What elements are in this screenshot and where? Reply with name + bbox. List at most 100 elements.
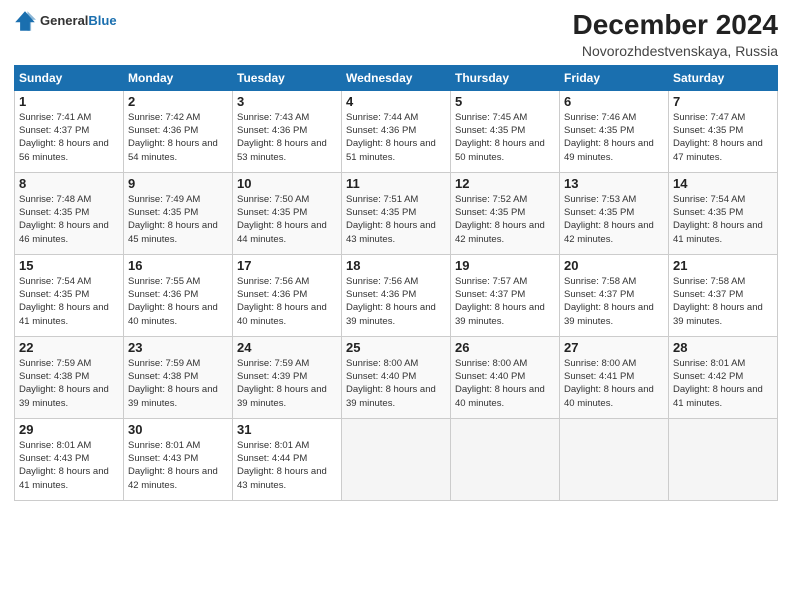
calendar-cell: 24 Sunrise: 7:59 AM Sunset: 4:39 PM Dayl…: [233, 336, 342, 418]
calendar-cell: 28 Sunrise: 8:01 AM Sunset: 4:42 PM Dayl…: [669, 336, 778, 418]
calendar-cell: 29 Sunrise: 8:01 AM Sunset: 4:43 PM Dayl…: [15, 418, 124, 500]
day-info: Sunrise: 7:42 AM Sunset: 4:36 PM Dayligh…: [128, 111, 228, 164]
day-number: 13: [564, 176, 664, 191]
col-tuesday: Tuesday: [233, 65, 342, 90]
col-wednesday: Wednesday: [342, 65, 451, 90]
logo-blue: Blue: [88, 13, 116, 28]
calendar-cell: 11 Sunrise: 7:51 AM Sunset: 4:35 PM Dayl…: [342, 172, 451, 254]
calendar-cell: 20 Sunrise: 7:58 AM Sunset: 4:37 PM Dayl…: [560, 254, 669, 336]
day-info: Sunrise: 7:51 AM Sunset: 4:35 PM Dayligh…: [346, 193, 446, 246]
day-number: 2: [128, 94, 228, 109]
day-number: 24: [237, 340, 337, 355]
calendar-cell: 4 Sunrise: 7:44 AM Sunset: 4:36 PM Dayli…: [342, 90, 451, 172]
day-info: Sunrise: 7:58 AM Sunset: 4:37 PM Dayligh…: [564, 275, 664, 328]
col-friday: Friday: [560, 65, 669, 90]
calendar-cell: [342, 418, 451, 500]
day-info: Sunrise: 7:47 AM Sunset: 4:35 PM Dayligh…: [673, 111, 773, 164]
day-info: Sunrise: 7:54 AM Sunset: 4:35 PM Dayligh…: [673, 193, 773, 246]
calendar-cell: 31 Sunrise: 8:01 AM Sunset: 4:44 PM Dayl…: [233, 418, 342, 500]
header: GeneralBlue December 2024 Novorozhdestve…: [14, 10, 778, 59]
calendar-cell: [669, 418, 778, 500]
day-number: 31: [237, 422, 337, 437]
day-info: Sunrise: 7:49 AM Sunset: 4:35 PM Dayligh…: [128, 193, 228, 246]
calendar-cell: 1 Sunrise: 7:41 AM Sunset: 4:37 PM Dayli…: [15, 90, 124, 172]
calendar-cell: 5 Sunrise: 7:45 AM Sunset: 4:35 PM Dayli…: [451, 90, 560, 172]
col-sunday: Sunday: [15, 65, 124, 90]
calendar-cell: 12 Sunrise: 7:52 AM Sunset: 4:35 PM Dayl…: [451, 172, 560, 254]
calendar-cell: 8 Sunrise: 7:48 AM Sunset: 4:35 PM Dayli…: [15, 172, 124, 254]
day-info: Sunrise: 7:48 AM Sunset: 4:35 PM Dayligh…: [19, 193, 119, 246]
calendar-cell: 21 Sunrise: 7:58 AM Sunset: 4:37 PM Dayl…: [669, 254, 778, 336]
day-info: Sunrise: 7:57 AM Sunset: 4:37 PM Dayligh…: [455, 275, 555, 328]
day-number: 17: [237, 258, 337, 273]
day-info: Sunrise: 7:46 AM Sunset: 4:35 PM Dayligh…: [564, 111, 664, 164]
calendar-cell: 2 Sunrise: 7:42 AM Sunset: 4:36 PM Dayli…: [124, 90, 233, 172]
day-info: Sunrise: 7:59 AM Sunset: 4:38 PM Dayligh…: [19, 357, 119, 410]
day-info: Sunrise: 8:00 AM Sunset: 4:40 PM Dayligh…: [346, 357, 446, 410]
day-number: 22: [19, 340, 119, 355]
calendar-cell: 13 Sunrise: 7:53 AM Sunset: 4:35 PM Dayl…: [560, 172, 669, 254]
day-info: Sunrise: 8:01 AM Sunset: 4:44 PM Dayligh…: [237, 439, 337, 492]
day-info: Sunrise: 8:00 AM Sunset: 4:41 PM Dayligh…: [564, 357, 664, 410]
location: Novorozhdestvenskaya, Russia: [573, 43, 778, 59]
logo-text: GeneralBlue: [40, 14, 117, 28]
day-number: 23: [128, 340, 228, 355]
day-info: Sunrise: 7:53 AM Sunset: 4:35 PM Dayligh…: [564, 193, 664, 246]
calendar-cell: 15 Sunrise: 7:54 AM Sunset: 4:35 PM Dayl…: [15, 254, 124, 336]
day-number: 10: [237, 176, 337, 191]
day-info: Sunrise: 7:54 AM Sunset: 4:35 PM Dayligh…: [19, 275, 119, 328]
day-number: 28: [673, 340, 773, 355]
day-info: Sunrise: 7:59 AM Sunset: 4:38 PM Dayligh…: [128, 357, 228, 410]
calendar-cell: 25 Sunrise: 8:00 AM Sunset: 4:40 PM Dayl…: [342, 336, 451, 418]
day-number: 3: [237, 94, 337, 109]
calendar-cell: [560, 418, 669, 500]
day-info: Sunrise: 7:43 AM Sunset: 4:36 PM Dayligh…: [237, 111, 337, 164]
day-number: 14: [673, 176, 773, 191]
day-info: Sunrise: 7:58 AM Sunset: 4:37 PM Dayligh…: [673, 275, 773, 328]
calendar-table: Sunday Monday Tuesday Wednesday Thursday…: [14, 65, 778, 501]
day-info: Sunrise: 8:01 AM Sunset: 4:43 PM Dayligh…: [19, 439, 119, 492]
day-info: Sunrise: 7:52 AM Sunset: 4:35 PM Dayligh…: [455, 193, 555, 246]
logo: GeneralBlue: [14, 10, 117, 32]
day-info: Sunrise: 7:55 AM Sunset: 4:36 PM Dayligh…: [128, 275, 228, 328]
day-number: 11: [346, 176, 446, 191]
calendar-cell: 27 Sunrise: 8:00 AM Sunset: 4:41 PM Dayl…: [560, 336, 669, 418]
day-number: 6: [564, 94, 664, 109]
col-thursday: Thursday: [451, 65, 560, 90]
day-info: Sunrise: 7:44 AM Sunset: 4:36 PM Dayligh…: [346, 111, 446, 164]
calendar-cell: 9 Sunrise: 7:49 AM Sunset: 4:35 PM Dayli…: [124, 172, 233, 254]
month-title: December 2024: [573, 10, 778, 41]
day-info: Sunrise: 8:00 AM Sunset: 4:40 PM Dayligh…: [455, 357, 555, 410]
day-number: 9: [128, 176, 228, 191]
day-number: 7: [673, 94, 773, 109]
day-info: Sunrise: 8:01 AM Sunset: 4:43 PM Dayligh…: [128, 439, 228, 492]
day-number: 19: [455, 258, 555, 273]
day-number: 1: [19, 94, 119, 109]
day-number: 29: [19, 422, 119, 437]
week-row-3: 15 Sunrise: 7:54 AM Sunset: 4:35 PM Dayl…: [15, 254, 778, 336]
day-number: 15: [19, 258, 119, 273]
day-number: 30: [128, 422, 228, 437]
col-monday: Monday: [124, 65, 233, 90]
calendar-cell: 19 Sunrise: 7:57 AM Sunset: 4:37 PM Dayl…: [451, 254, 560, 336]
logo-icon: [14, 10, 36, 32]
day-number: 16: [128, 258, 228, 273]
day-info: Sunrise: 7:56 AM Sunset: 4:36 PM Dayligh…: [346, 275, 446, 328]
calendar-cell: 26 Sunrise: 8:00 AM Sunset: 4:40 PM Dayl…: [451, 336, 560, 418]
title-block: December 2024 Novorozhdestvenskaya, Russ…: [573, 10, 778, 59]
week-row-2: 8 Sunrise: 7:48 AM Sunset: 4:35 PM Dayli…: [15, 172, 778, 254]
calendar-cell: 18 Sunrise: 7:56 AM Sunset: 4:36 PM Dayl…: [342, 254, 451, 336]
calendar-cell: 10 Sunrise: 7:50 AM Sunset: 4:35 PM Dayl…: [233, 172, 342, 254]
calendar-cell: [451, 418, 560, 500]
day-info: Sunrise: 7:50 AM Sunset: 4:35 PM Dayligh…: [237, 193, 337, 246]
calendar-cell: 23 Sunrise: 7:59 AM Sunset: 4:38 PM Dayl…: [124, 336, 233, 418]
day-info: Sunrise: 7:56 AM Sunset: 4:36 PM Dayligh…: [237, 275, 337, 328]
day-number: 21: [673, 258, 773, 273]
day-info: Sunrise: 7:59 AM Sunset: 4:39 PM Dayligh…: [237, 357, 337, 410]
calendar-cell: 17 Sunrise: 7:56 AM Sunset: 4:36 PM Dayl…: [233, 254, 342, 336]
day-number: 4: [346, 94, 446, 109]
week-row-1: 1 Sunrise: 7:41 AM Sunset: 4:37 PM Dayli…: [15, 90, 778, 172]
calendar-cell: 16 Sunrise: 7:55 AM Sunset: 4:36 PM Dayl…: [124, 254, 233, 336]
day-number: 20: [564, 258, 664, 273]
calendar-cell: 6 Sunrise: 7:46 AM Sunset: 4:35 PM Dayli…: [560, 90, 669, 172]
